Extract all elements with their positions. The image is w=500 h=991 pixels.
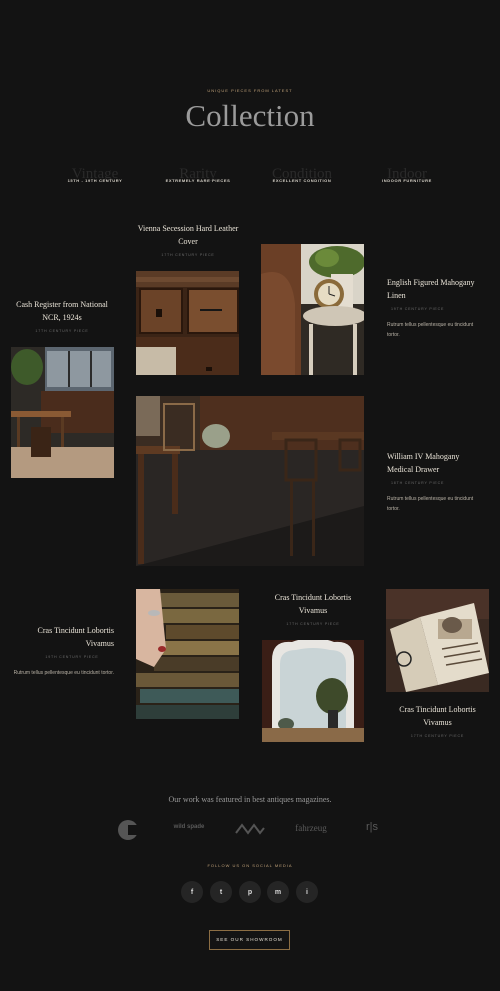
facebook-icon[interactable]: f xyxy=(181,881,203,903)
product-description: Rutrum tellus pellentesque eu tincidunt … xyxy=(13,670,114,676)
pinterest-icon[interactable]: p xyxy=(239,881,261,903)
product-card-cras-2[interactable]: Cras Tincidunt Lobortis Vivamus 19th cen… xyxy=(10,624,114,678)
page-title: Collection xyxy=(185,98,315,133)
product-image-open-book[interactable] xyxy=(386,589,489,692)
window-illustration xyxy=(262,640,364,742)
product-title[interactable]: Vienna Secession Hard Leather Cover xyxy=(137,222,239,248)
product-title[interactable]: Cras Tincidunt Lobortis Vivamus xyxy=(262,591,364,617)
dining-room-illustration xyxy=(136,396,364,566)
twitter-icon[interactable]: t xyxy=(210,881,232,903)
product-century: 19th century piece xyxy=(45,655,99,659)
clock-illustration xyxy=(261,244,364,375)
product-image-clock[interactable] xyxy=(261,244,364,375)
feature-label: Extremely rare pieces xyxy=(165,178,231,183)
press-logo-fahrzeug[interactable]: fahrzeug xyxy=(290,823,332,833)
instagram-icon[interactable]: i xyxy=(296,881,318,903)
feature-label: Excellent condition xyxy=(272,178,332,183)
press-logo-wildspade[interactable]: wild spade xyxy=(172,824,206,836)
product-description: Rutrum tellus pellentesque eu tincidunt … xyxy=(387,496,474,512)
drawer-illustration xyxy=(136,271,239,375)
pinterest-glyph: p xyxy=(247,888,253,896)
product-card-cras-3[interactable]: Cras Tincidunt Lobortis Vivamus 17th cen… xyxy=(386,703,489,738)
feature-vintage: Vintage 15th - 19th century xyxy=(50,166,140,188)
press-heading: Our work was featured in best antiques m… xyxy=(168,795,332,804)
feature-label: Indoor furniture xyxy=(382,178,432,183)
product-century: 17th century piece xyxy=(35,329,89,333)
product-card-cash-register[interactable]: Cash Register from National NCR, 1924s 1… xyxy=(10,298,114,333)
product-title[interactable]: William IV Mahogany Medical Drawer xyxy=(387,450,477,476)
product-image-dining-room[interactable] xyxy=(136,396,364,566)
instagram-glyph: i xyxy=(306,888,308,896)
press-logo-mw[interactable] xyxy=(234,822,266,836)
product-image-lounge[interactable] xyxy=(11,347,114,478)
mw-logo-icon xyxy=(235,823,265,835)
product-card-vienna[interactable]: Vienna Secession Hard Leather Cover 17th… xyxy=(137,222,239,257)
c-logo-icon xyxy=(118,820,140,840)
product-century: 18th century piece xyxy=(391,481,445,485)
feature-label: 15th - 19th century xyxy=(67,178,123,183)
product-image-drawer[interactable] xyxy=(136,271,239,375)
product-title[interactable]: Cras Tincidunt Lobortis Vivamus xyxy=(386,703,489,729)
facebook-glyph: f xyxy=(190,888,194,896)
product-card-english[interactable]: English Figured Mahogany Linen 19th cent… xyxy=(387,276,477,340)
product-title[interactable]: Cash Register from National NCR, 1924s xyxy=(10,298,114,324)
medium-icon[interactable]: m xyxy=(267,881,289,903)
product-card-william[interactable]: William IV Mahogany Medical Drawer 18th … xyxy=(387,450,477,514)
collection-eyebrow: Unique pieces from latest xyxy=(207,88,293,93)
press-logo-rs[interactable]: r|s xyxy=(358,821,386,833)
feature-indoor: Indoor Indoor furniture xyxy=(362,166,452,188)
product-title[interactable]: Cras Tincidunt Lobortis Vivamus xyxy=(10,624,114,650)
see-showroom-button[interactable]: See our showroom xyxy=(209,930,290,950)
books-illustration xyxy=(136,589,239,719)
product-century: 17th century piece xyxy=(410,734,465,738)
open-book-illustration xyxy=(386,589,489,692)
product-century: 17th century piece xyxy=(161,253,215,257)
product-title[interactable]: English Figured Mahogany Linen xyxy=(387,276,477,302)
lounge-illustration xyxy=(11,347,114,478)
social-label: Follow us on social media xyxy=(207,863,293,868)
product-image-window[interactable] xyxy=(262,640,364,742)
medium-glyph: m xyxy=(274,888,282,896)
product-century: 19th century piece xyxy=(391,307,445,311)
feature-rarity: Rarity Extremely rare pieces xyxy=(153,166,243,188)
feature-condition: Condition Excellent condition xyxy=(257,166,347,188)
product-description: Rutrum tellus pellentesque eu tincidunt … xyxy=(387,322,474,338)
product-card-cras-1[interactable]: Cras Tincidunt Lobortis Vivamus 17th cen… xyxy=(262,591,364,626)
twitter-glyph: t xyxy=(219,888,223,896)
product-image-books[interactable] xyxy=(136,589,239,719)
press-logo-c[interactable] xyxy=(116,818,142,842)
product-century: 17th century piece xyxy=(286,622,340,626)
